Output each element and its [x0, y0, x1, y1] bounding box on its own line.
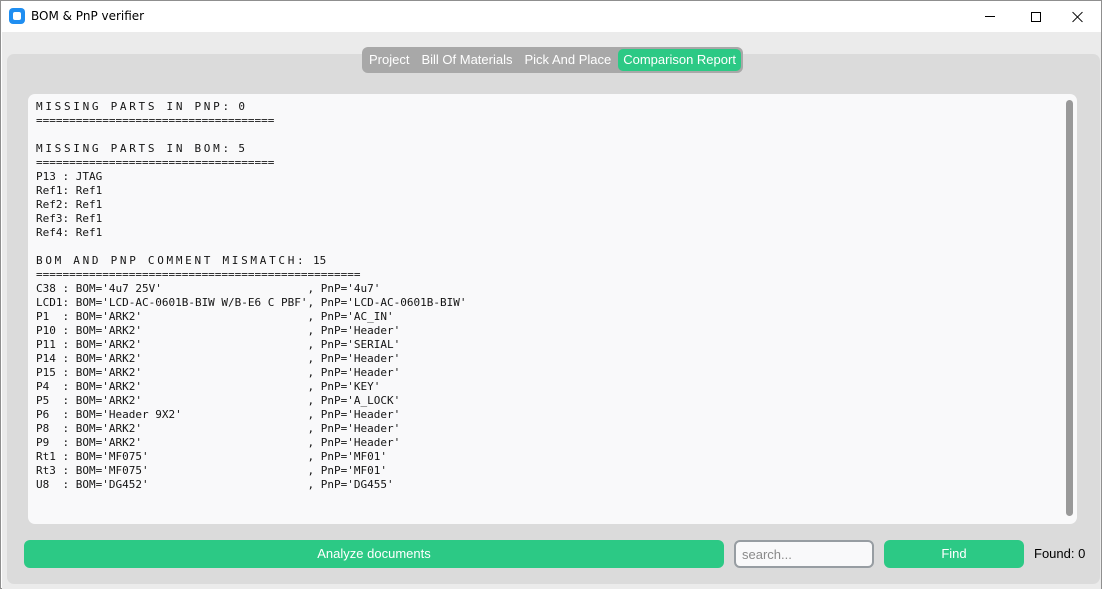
report-text: MISSING PARTS IN PNP: 0 ================… — [36, 100, 1056, 492]
mismatch-line: P8 : BOM='ARK2' , PnP='Header' — [36, 422, 401, 435]
missing-bom-line: P13 : JTAG — [36, 170, 103, 183]
maximize-button[interactable] — [1013, 1, 1059, 32]
missing-bom-heading: MISSING PARTS IN BOM: — [36, 142, 232, 155]
mismatch-line: LCD1: BOM='LCD-AC-0601B-BIW W/B-E6 C PBF… — [36, 296, 467, 309]
mismatch-line: P14 : BOM='ARK2' , PnP='Header' — [36, 352, 401, 365]
client-area: Project Bill Of Materials Pick And Place… — [2, 32, 1101, 589]
missing-bom-separator: ==================================== — [36, 156, 275, 169]
app-window: BOM & PnP verifier Project Bill Of Mater… — [0, 0, 1102, 589]
report-textbox[interactable]: MISSING PARTS IN PNP: 0 ================… — [28, 94, 1077, 524]
mismatch-line: Rt3 : BOM='MF075' , PnP='MF01' — [36, 464, 387, 477]
missing-pnp-separator: ==================================== — [36, 114, 275, 127]
missing-bom-count: 5 — [238, 142, 246, 155]
mismatch-line: Rt1 : BOM='MF075' , PnP='MF01' — [36, 450, 387, 463]
analyze-documents-button[interactable]: Analyze documents — [24, 540, 724, 568]
close-button[interactable] — [1055, 1, 1101, 32]
tab-pick-and-place[interactable]: Pick And Place — [519, 49, 617, 71]
found-count-label: Found: 0 — [1034, 546, 1086, 561]
maximize-icon — [1031, 11, 1041, 22]
mismatch-line: P15 : BOM='ARK2' , PnP='Header' — [36, 366, 401, 379]
comment-mismatch-count: 15 — [312, 254, 327, 267]
tab-bill-of-materials[interactable]: Bill Of Materials — [416, 49, 518, 71]
comment-mismatch-heading: BOM AND PNP COMMENT MISMATCH: — [36, 254, 307, 267]
missing-pnp-heading: MISSING PARTS IN PNP: — [36, 100, 232, 113]
find-button[interactable]: Find — [884, 540, 1024, 568]
tab-comparison-report[interactable]: Comparison Report — [618, 49, 741, 71]
minimize-icon — [985, 16, 995, 17]
mismatch-line: P6 : BOM='Header 9X2' , PnP='Header' — [36, 408, 401, 421]
mismatch-line: U8 : BOM='DG452' , PnP='DG455' — [36, 478, 394, 491]
mismatch-line: P4 : BOM='ARK2' , PnP='KEY' — [36, 380, 381, 393]
missing-bom-line: Ref3: Ref1 — [36, 212, 103, 225]
mismatch-line: P1 : BOM='ARK2' , PnP='AC_IN' — [36, 310, 394, 323]
missing-bom-line: Ref2: Ref1 — [36, 198, 103, 211]
tab-bar: Project Bill Of Materials Pick And Place… — [362, 47, 743, 73]
title-bar[interactable]: BOM & PnP verifier — [1, 1, 1101, 32]
missing-bom-line: Ref4: Ref1 — [36, 226, 103, 239]
mismatch-line: C38 : BOM='4u7 25V' , PnP='4u7' — [36, 282, 381, 295]
minimize-button[interactable] — [967, 1, 1013, 32]
close-icon — [1072, 11, 1084, 23]
mismatch-line: P11 : BOM='ARK2' , PnP='SERIAL' — [36, 338, 401, 351]
search-input[interactable] — [734, 540, 874, 568]
mismatch-line: P10 : BOM='ARK2' , PnP='Header' — [36, 324, 401, 337]
missing-pnp-count: 0 — [238, 100, 246, 113]
tab-project[interactable]: Project — [364, 49, 415, 71]
scrollbar-thumb[interactable] — [1066, 100, 1073, 516]
mismatch-line: P5 : BOM='ARK2' , PnP='A_LOCK' — [36, 394, 401, 407]
app-icon — [9, 8, 25, 24]
mismatch-line: P9 : BOM='ARK2' , PnP='Header' — [36, 436, 401, 449]
window-title: BOM & PnP verifier — [31, 9, 145, 23]
report-scrollbar[interactable] — [1064, 98, 1074, 518]
missing-bom-line: Ref1: Ref1 — [36, 184, 103, 197]
comment-mismatch-separator: ========================================… — [36, 268, 361, 281]
